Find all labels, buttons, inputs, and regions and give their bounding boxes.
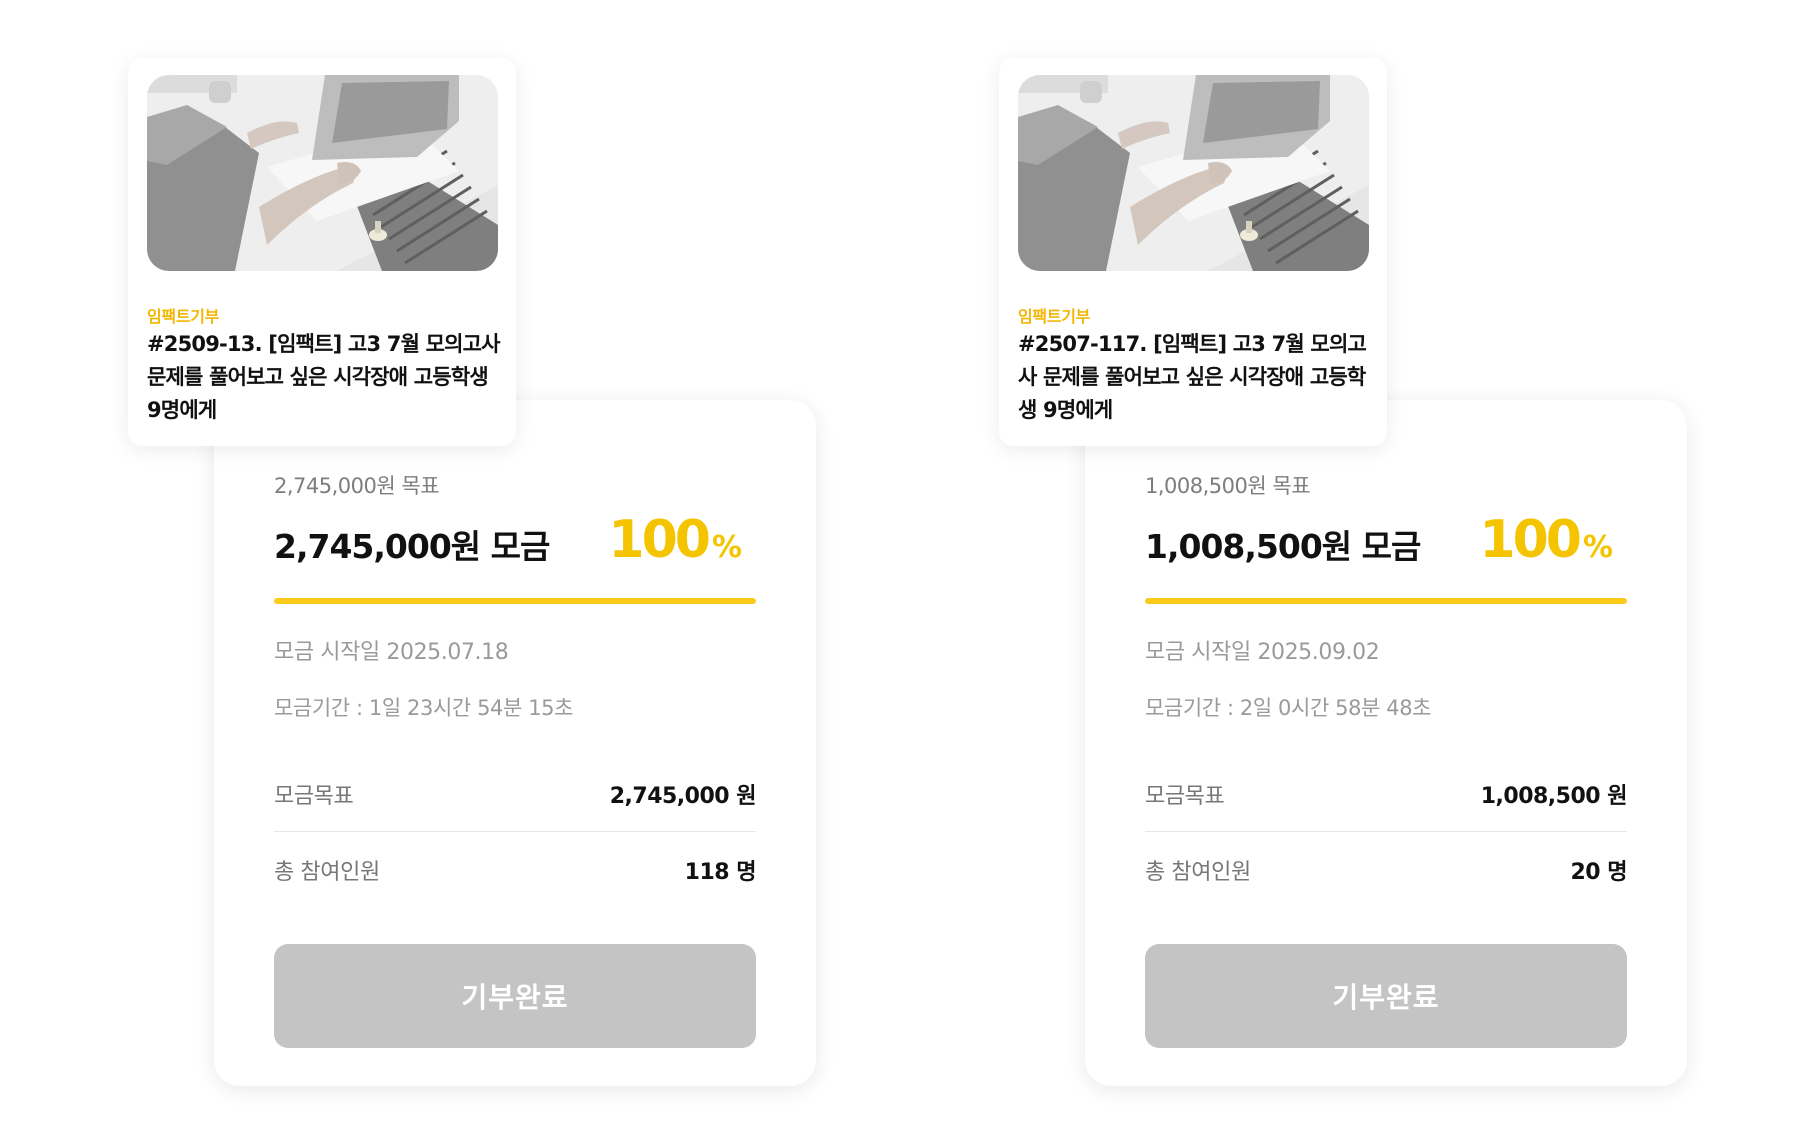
project-title[interactable]: #2507-117. [임팩트] 고3 7월 모의고사 문제를 풀어보고 싶은 … xyxy=(1018,328,1374,427)
goal-row-label: 모금목표 xyxy=(1145,783,1225,809)
raised-amount-text: 1,008,500원 모금 xyxy=(1145,527,1421,566)
start-date-text: 모금 시작일 2025.09.02 xyxy=(1145,640,1380,665)
project-thumbnail[interactable] xyxy=(1018,75,1369,271)
participants-row: 총 참여인원 118 명 xyxy=(274,832,757,908)
goal-row-value: 1,008,500 원 xyxy=(1480,783,1628,809)
raised-amount-text: 2,745,000원 모금 xyxy=(274,527,550,566)
period-text: 모금기간 : 1일 23시간 54분 15초 xyxy=(274,696,574,720)
campaign-item: 2,745,000원 목표 2,745,000원 모금 100% 모금 시작일 … xyxy=(128,0,848,1146)
participants-row-value: 20 명 xyxy=(1570,860,1627,885)
goal-row: 모금목표 2,745,000 원 xyxy=(274,756,757,832)
campaign-item: 1,008,500원 목표 1,008,500원 모금 100% 모금 시작일 … xyxy=(999,0,1719,1146)
participants-row-value: 118 명 xyxy=(684,860,757,885)
project-thumbnail[interactable] xyxy=(147,75,498,271)
project-category: 임팩트기부 xyxy=(147,307,220,326)
project-category: 임팩트기부 xyxy=(1018,307,1091,326)
laptop-typing-photo-icon xyxy=(1018,75,1369,271)
donation-summary-card: 2,745,000원 목표 2,745,000원 모금 100% 모금 시작일 … xyxy=(214,400,816,1086)
goal-amount-text: 1,008,500원 목표 xyxy=(1145,474,1311,498)
progress-bar xyxy=(1145,598,1627,604)
participants-row-label: 총 참여인원 xyxy=(1145,860,1251,885)
donation-summary-card: 1,008,500원 목표 1,008,500원 모금 100% 모금 시작일 … xyxy=(1085,400,1687,1086)
project-card[interactable]: 임팩트기부 #2507-117. [임팩트] 고3 7월 모의고사 문제를 풀어… xyxy=(999,58,1387,446)
progress-percent-unit: % xyxy=(1582,530,1613,565)
progress-bar-fill xyxy=(1145,598,1627,604)
progress-percent: 100% xyxy=(608,510,742,570)
laptop-typing-photo-icon xyxy=(147,75,498,271)
progress-percent: 100% xyxy=(1479,510,1613,570)
participants-row: 총 참여인원 20 명 xyxy=(1145,832,1627,908)
donation-complete-button[interactable]: 기부완료 xyxy=(1145,944,1627,1048)
donation-complete-button[interactable]: 기부완료 xyxy=(274,944,756,1048)
progress-bar xyxy=(274,598,756,604)
goal-row: 모금목표 1,008,500 원 xyxy=(1145,756,1628,832)
period-text: 모금기간 : 2일 0시간 58분 48초 xyxy=(1145,696,1432,720)
progress-percent-value: 100 xyxy=(608,510,711,570)
participants-row-label: 총 참여인원 xyxy=(274,860,380,885)
project-card[interactable]: 임팩트기부 #2509-13. [임팩트] 고3 7월 모의고사 문제를 풀어보… xyxy=(128,58,516,446)
goal-row-value: 2,745,000 원 xyxy=(609,783,757,809)
progress-percent-value: 100 xyxy=(1479,510,1582,570)
progress-percent-unit: % xyxy=(711,530,742,565)
project-title[interactable]: #2509-13. [임팩트] 고3 7월 모의고사 문제를 풀어보고 싶은 시… xyxy=(147,328,503,427)
campaign-list: 2,745,000원 목표 2,745,000원 모금 100% 모금 시작일 … xyxy=(0,0,1800,1146)
progress-bar-fill xyxy=(274,598,756,604)
goal-amount-text: 2,745,000원 목표 xyxy=(274,474,440,498)
goal-row-label: 모금목표 xyxy=(274,783,354,809)
start-date-text: 모금 시작일 2025.07.18 xyxy=(274,640,509,665)
